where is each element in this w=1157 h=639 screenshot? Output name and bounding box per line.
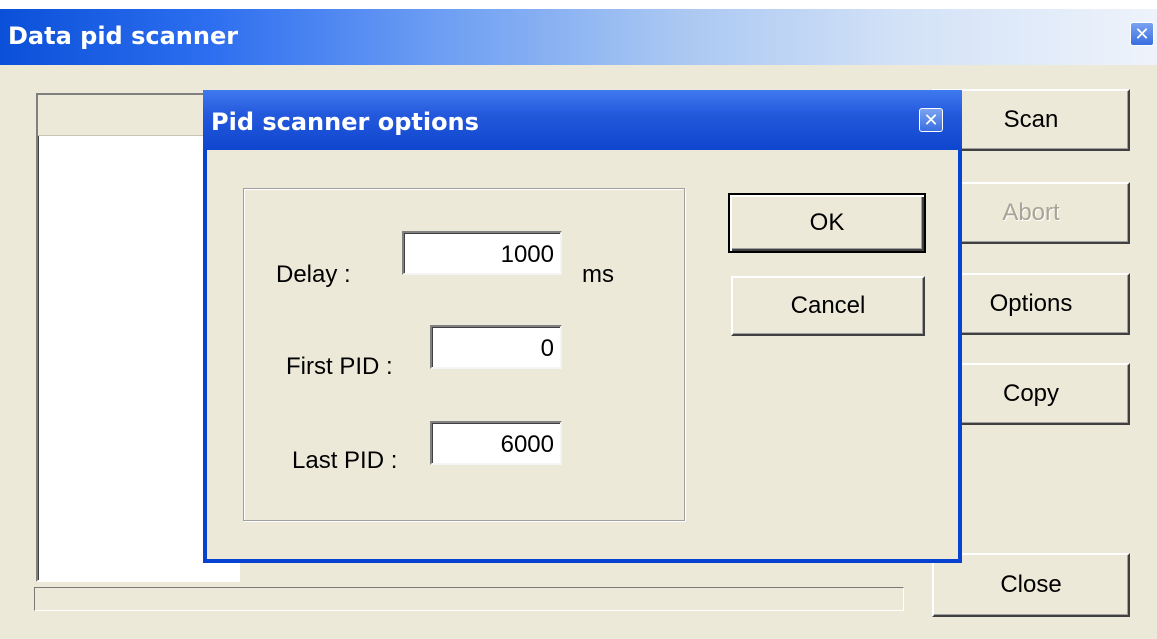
last-pid-input[interactable]: 6000 xyxy=(430,421,562,465)
dialog-title: Pid scanner options xyxy=(211,108,479,136)
close-icon[interactable]: ✕ xyxy=(1130,22,1154,46)
first-pid-label: First PID : xyxy=(286,353,393,380)
pid-scanner-options-dialog: Pid scanner options ✕ Delay : 1000 ms Fi… xyxy=(203,90,962,563)
scan-progress-bar xyxy=(34,587,904,611)
options-groupbox: Delay : 1000 ms First PID : 0 Last PID :… xyxy=(243,188,685,521)
cancel-button[interactable]: Cancel xyxy=(731,276,925,336)
last-pid-label: Last PID : xyxy=(292,447,398,474)
ok-button[interactable]: OK xyxy=(728,193,926,253)
dialog-titlebar[interactable]: Pid scanner options ✕ xyxy=(203,90,962,150)
delay-unit-label: ms xyxy=(582,261,614,288)
delay-input[interactable]: 1000 xyxy=(402,231,562,275)
dialog-body: Delay : 1000 ms First PID : 0 Last PID :… xyxy=(207,150,958,559)
close-icon[interactable]: ✕ xyxy=(919,108,943,132)
delay-label: Delay : xyxy=(276,261,351,288)
window-titlebar[interactable]: Data pid scanner ✕ xyxy=(0,9,1157,65)
first-pid-input[interactable]: 0 xyxy=(430,325,562,369)
window-title: Data pid scanner xyxy=(8,22,239,50)
